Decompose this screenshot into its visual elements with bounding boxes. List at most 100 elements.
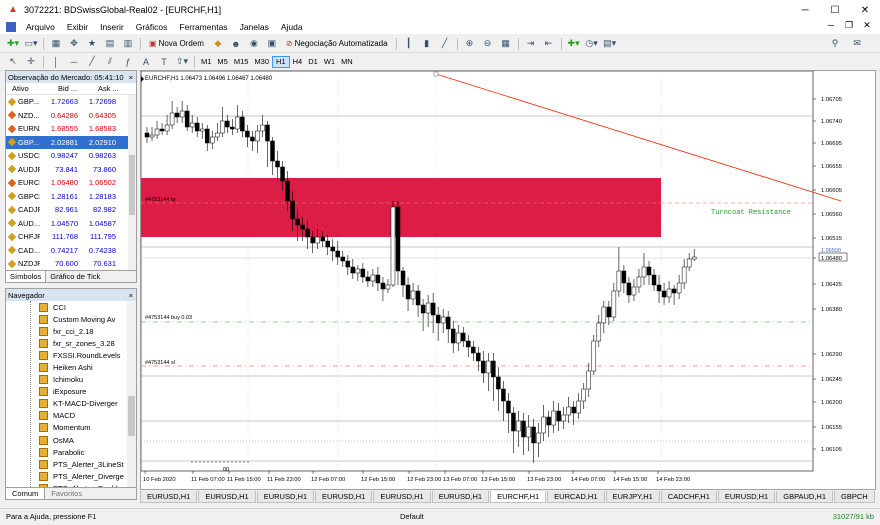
zoom-out-icon[interactable]: ⊖	[481, 37, 495, 51]
label-tool-icon[interactable]: T	[157, 55, 171, 69]
templates-icon[interactable]: ▤▾	[603, 37, 617, 51]
periods-icon[interactable]: ◷▾	[585, 37, 599, 51]
timeframe-w1[interactable]: W1	[321, 56, 338, 68]
navigator-item[interactable]: Momentum	[6, 422, 128, 434]
channel-icon[interactable]: ⫽	[103, 55, 117, 69]
chart-tab[interactable]: GBPCH	[834, 491, 875, 503]
market-watch-row[interactable]: EURNZD 1.68555 1.68583	[6, 122, 136, 136]
menu-charts[interactable]: Gráficos	[130, 22, 174, 32]
child-restore-button[interactable]: ❐	[840, 20, 858, 31]
market-watch-row[interactable]: GBPCHF 1.28161 1.28183	[6, 190, 136, 204]
navigator-item[interactable]: CCI	[6, 301, 128, 313]
new-order-button[interactable]: ▣ Nova Ordem	[146, 37, 207, 51]
market-watch-row[interactable]: CHFJPY 111.768 111.795	[6, 230, 136, 244]
profiles-icon[interactable]: ▭▾	[24, 37, 38, 51]
chart-tab[interactable]: EURUSD,H1	[717, 491, 776, 503]
timeframe-h1[interactable]: H1	[272, 55, 290, 68]
chart-tab[interactable]: EURUSD,H1	[431, 491, 490, 503]
chat-icon[interactable]: ✉	[850, 37, 864, 51]
chart-tab[interactable]: EURUSD,H1	[198, 491, 256, 503]
timeframe-m1[interactable]: M1	[198, 56, 214, 68]
menu-help[interactable]: Ajuda	[275, 22, 309, 32]
close-icon[interactable]: ×	[129, 73, 136, 82]
chart-window-icon[interactable]	[6, 22, 16, 32]
indicators-icon[interactable]: ✚▾	[567, 37, 581, 51]
chart-tab[interactable]: EURUSD,H1	[140, 491, 198, 503]
timeframe-m30[interactable]: M30	[251, 56, 272, 68]
crosshair-icon[interactable]: ✛	[24, 55, 38, 69]
tab-tick-chart[interactable]: Gráfico de Tick	[46, 271, 104, 282]
navigator-item[interactable]: PTS_Alerter_3LineSt	[6, 458, 128, 470]
metaeditor-icon[interactable]: ◆	[211, 37, 225, 51]
tab-symbols[interactable]: Símbolos	[6, 271, 47, 282]
auto-trading-button[interactable]: ⊘ Negociação Automatizada	[283, 37, 391, 51]
close-button[interactable]: ✕	[850, 0, 880, 20]
navigator-icon[interactable]: ★	[85, 37, 99, 51]
vps-icon[interactable]: ▣	[265, 37, 279, 51]
horizontal-line-icon[interactable]: ─	[67, 55, 81, 69]
zoom-in-icon[interactable]: ⊕	[463, 37, 477, 51]
search-icon[interactable]: ⚲	[828, 37, 842, 51]
market-watch-scrollbar[interactable]	[128, 95, 136, 271]
chart-tab[interactable]: EURCHF,H1	[490, 491, 547, 503]
market-watch-row[interactable]: CADJPY 82.961 82.982	[6, 203, 136, 217]
timeframe-d1[interactable]: D1	[305, 56, 321, 68]
child-minimize-button[interactable]: ─	[822, 20, 840, 31]
menu-windows[interactable]: Janelas	[234, 22, 275, 32]
chart-tab[interactable]: GBPAUD,H1	[776, 491, 834, 503]
data-window-icon[interactable]: ✥	[67, 37, 81, 51]
navigator-item[interactable]: KT-MACD-Diverger	[6, 398, 128, 410]
tab-favorites[interactable]: Favoritos	[45, 488, 88, 499]
market-watch-row[interactable]: GBP... 2.02881 2.02910	[6, 135, 136, 149]
chart-tab[interactable]: CADCHF,H1	[660, 491, 717, 503]
timeframe-m5[interactable]: M5	[214, 56, 230, 68]
market-watch-row[interactable]: GBP... 1.72663 1.72698	[6, 95, 136, 109]
candlestick-icon[interactable]: ▮	[420, 37, 434, 51]
vertical-line-icon[interactable]: │	[49, 55, 63, 69]
text-tool-icon[interactable]: A	[139, 55, 153, 69]
auto-scroll-icon[interactable]: ⇥	[524, 37, 538, 51]
navigator-item[interactable]: Heiken Ashi	[6, 361, 128, 373]
chart-shift-icon[interactable]: ⇤	[542, 37, 556, 51]
chart-tab[interactable]: EURUSD,H1	[315, 491, 373, 503]
market-watch-row[interactable]: CAD... 0.74217 0.74238	[6, 244, 136, 258]
navigator-item[interactable]: Parabolic	[6, 446, 128, 458]
chart-tab[interactable]: EURJPY,H1	[605, 491, 660, 503]
navigator-item[interactable]: Ichimoku	[6, 374, 128, 386]
market-watch-icon[interactable]: ▦	[49, 37, 63, 51]
navigator-item[interactable]: fxr_cci_2.18	[6, 325, 128, 337]
timeframe-h4[interactable]: H4	[290, 56, 306, 68]
terminal-icon[interactable]: ▤	[103, 37, 117, 51]
tester-icon[interactable]: ▥	[121, 37, 135, 51]
minimize-button[interactable]: ─	[790, 0, 820, 20]
child-close-button[interactable]: ✕	[858, 20, 876, 31]
menu-file[interactable]: Arquivo	[20, 22, 61, 32]
fibonacci-icon[interactable]: ƒ	[121, 55, 135, 69]
tile-windows-icon[interactable]: ▦	[499, 37, 513, 51]
trendline-icon[interactable]: ╱	[85, 55, 99, 69]
chart-tab[interactable]: EURCAD,H1	[547, 491, 605, 503]
new-chart-icon[interactable]: ✚▾	[6, 37, 20, 51]
navigator-scrollbar[interactable]	[127, 301, 136, 487]
navigator-item[interactable]: MACD	[6, 410, 128, 422]
maximize-button[interactable]: ☐	[820, 0, 850, 20]
chart-tab[interactable]: EURUSD,H1	[256, 491, 315, 503]
arrows-icon[interactable]: ⇧▾	[175, 55, 189, 69]
navigator-item[interactable]: OsMA	[6, 434, 128, 446]
market-watch-row[interactable]: AUDJPY 73.841 73.860	[6, 163, 136, 177]
timeframe-m15[interactable]: M15	[231, 56, 252, 68]
column-ask[interactable]: Ask ...	[98, 84, 128, 93]
signals-icon[interactable]: ☻	[229, 37, 243, 51]
tab-common[interactable]: Comum	[6, 488, 46, 499]
market-watch-row[interactable]: NZDJPY 70.600 70.631	[6, 257, 136, 271]
chart-tab[interactable]: EURUSD,H1	[373, 491, 431, 503]
price-chart[interactable]: EURCHF,H1 1.06473 1.06496 1.06467 1.0648…	[141, 71, 877, 491]
cursor-icon[interactable]: ↖	[6, 55, 20, 69]
market-watch-row[interactable]: AUD... 1.04570 1.04587	[6, 217, 136, 231]
menu-view[interactable]: Exibir	[61, 22, 94, 32]
bar-chart-icon[interactable]: ┃	[402, 37, 416, 51]
market-watch-row[interactable]: USDCHF 0.98247 0.98263	[6, 149, 136, 163]
menu-insert[interactable]: Inserir	[94, 22, 130, 32]
navigator-item[interactable]: Custom Moving Av	[6, 313, 128, 325]
menu-tools[interactable]: Ferramentas	[173, 22, 233, 32]
